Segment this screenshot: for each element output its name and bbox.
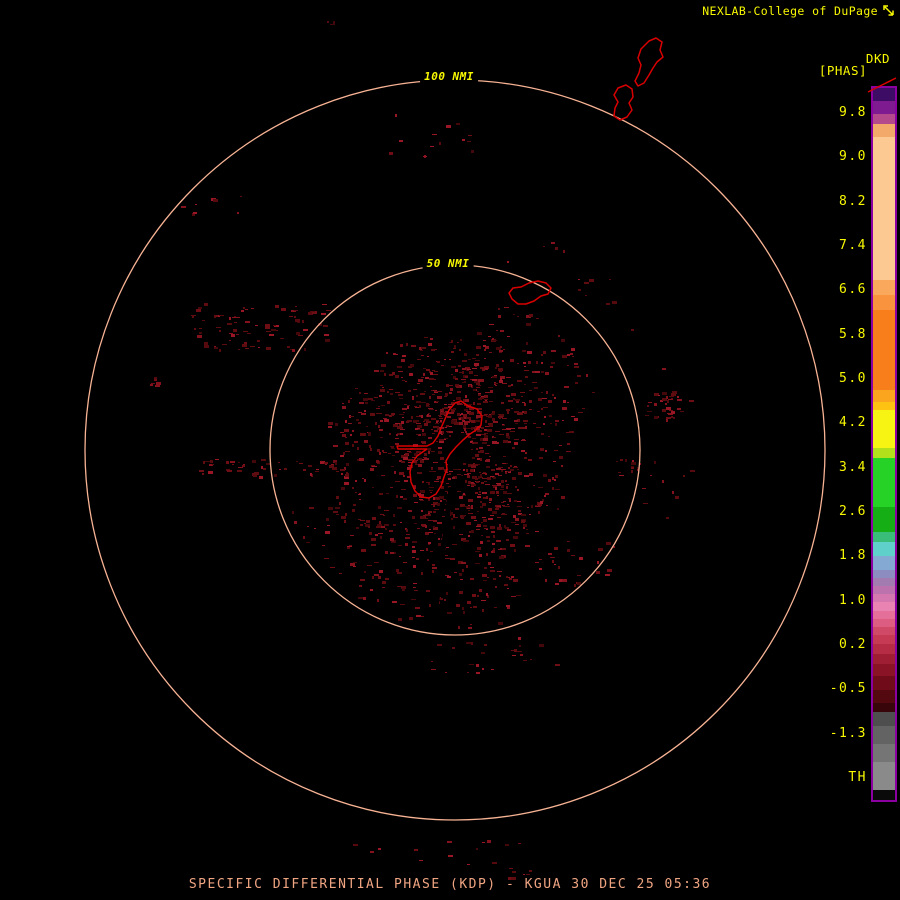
colorbar-segment (873, 619, 895, 627)
colorbar-tick-label: 9.0 (839, 150, 867, 164)
colorbar-segment (873, 635, 895, 644)
island-tinian (614, 85, 633, 120)
colorbar-segment (873, 762, 895, 790)
product-code-label: DKD (866, 51, 890, 66)
range-rings (85, 80, 825, 820)
colorbar-segment (873, 88, 895, 101)
colorbar-segment (873, 594, 895, 602)
colorbar-segment (873, 542, 895, 556)
colorbar-segment (873, 532, 895, 542)
range-ring-label-50nmi: 50 NMI (423, 256, 474, 271)
colorbar-segment (873, 644, 895, 654)
colorbar-segment (873, 790, 895, 800)
island-guam (397, 401, 482, 498)
colorbar-tick-label: 1.8 (839, 549, 867, 563)
colorbar-segment (873, 114, 895, 124)
colorbar-segment (873, 137, 895, 280)
colorbar (871, 86, 897, 802)
colorbar-segment (873, 280, 895, 295)
colorbar-tick-label: 1.0 (839, 594, 867, 608)
colorbar-segment (873, 410, 895, 448)
colorbar-tick-label: 7.4 (839, 239, 867, 253)
colorbar-segment (873, 602, 895, 611)
colorbar-tick-label: -1.3 (830, 727, 867, 741)
colorbar-segment (873, 556, 895, 570)
colorbar-tick-label: 3.4 (839, 461, 867, 475)
colorbar-tick-label: 2.6 (839, 505, 867, 519)
colorbar-segment (873, 703, 895, 712)
colorbar-segment (873, 690, 895, 703)
brand-text: NEXLAB-College of DuPage (702, 4, 878, 18)
colorbar-segment (873, 627, 895, 635)
colorbar-segment (873, 101, 895, 114)
colorbar-tick-label: 5.8 (839, 328, 867, 342)
colorbar-segment (873, 712, 895, 726)
colorbar-segment (873, 507, 895, 532)
colorbar-tick-label: 5.0 (839, 372, 867, 386)
colorbar-segment (873, 458, 895, 507)
beam-blockage-spoke (431, 487, 451, 648)
colorbar-segment (873, 570, 895, 578)
colorbar-tick-label: 6.6 (839, 283, 867, 297)
colorbar-segment (873, 654, 895, 664)
colorbar-segment (873, 726, 895, 744)
island-saipan (635, 38, 663, 86)
colorbar-tick-label: TH (848, 771, 867, 785)
range-ring-label-100nmi: 100 NMI (420, 69, 478, 84)
header: NEXLAB-College of DuPage (702, 4, 896, 18)
colorbar-segment (873, 124, 895, 137)
range-ring-50-nmi (270, 265, 640, 635)
colorbar-segment (873, 448, 895, 458)
range-ring-100-nmi (85, 80, 825, 820)
colorbar-segment (873, 390, 895, 402)
colorbar-tick-label: 9.8 (839, 106, 867, 120)
radar-display: NEXLAB-College of DuPage DKD [PHAS] 100 … (0, 0, 900, 900)
colorbar-tick-label: -0.5 (830, 682, 867, 696)
product-caption: SPECIFIC DIFFERENTIAL PHASE (KDP) - KGUA… (0, 877, 900, 892)
colorbar-segment (873, 676, 895, 690)
radar-scene (0, 0, 900, 900)
colorbar-segment (873, 586, 895, 594)
product-units-label: [PHAS] (819, 63, 867, 78)
colorbar-tick-label: 4.2 (839, 416, 867, 430)
colorbar-tick-label: 8.2 (839, 195, 867, 209)
colorbar-segment (873, 402, 895, 410)
colorbar-segment (873, 310, 895, 390)
island-rota (509, 281, 551, 304)
expand-icon[interactable] (882, 4, 896, 18)
colorbar-segment (873, 295, 895, 310)
colorbar-segment (873, 578, 895, 586)
colorbar-segment (873, 611, 895, 619)
radar-echoes (150, 21, 695, 880)
colorbar-segment (873, 744, 895, 762)
colorbar-segment (873, 664, 895, 676)
colorbar-tick-label: 0.2 (839, 638, 867, 652)
